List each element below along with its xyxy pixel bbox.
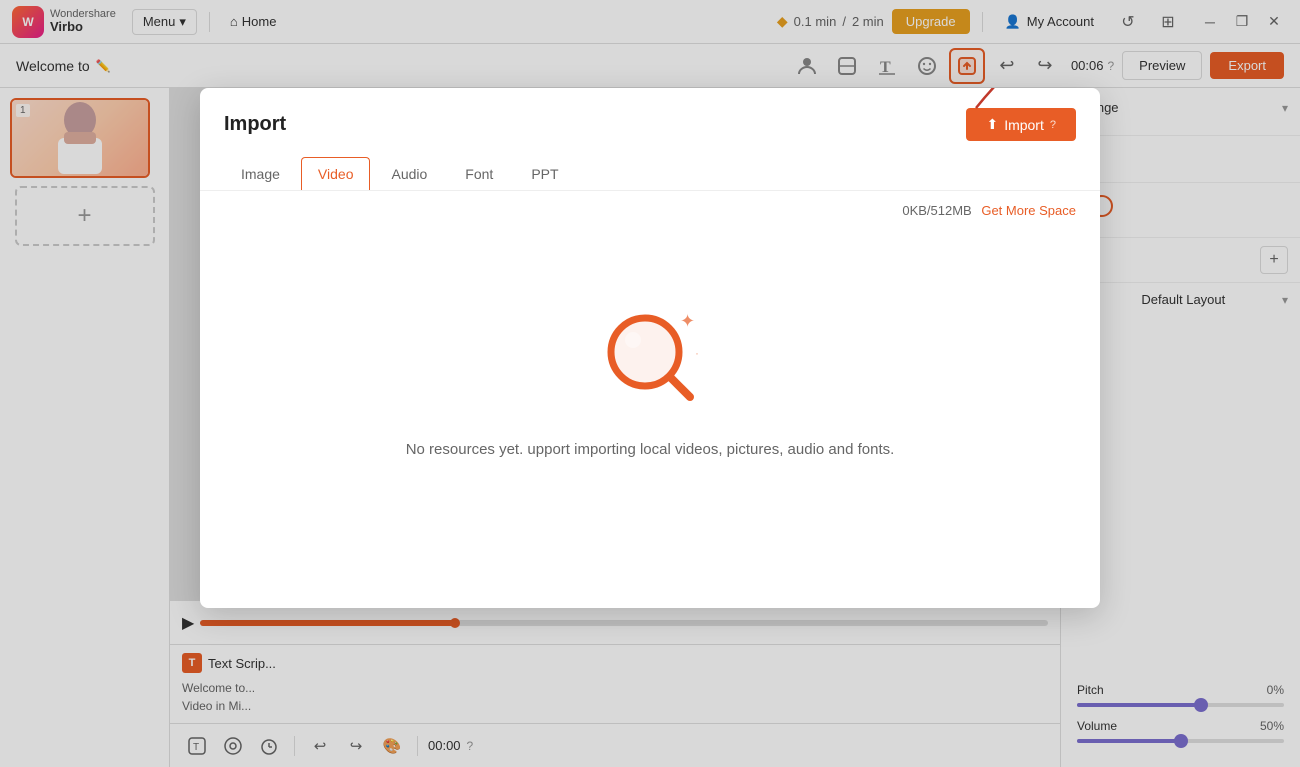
empty-icon: ✦ · bbox=[590, 302, 710, 417]
tab-audio-label: Audio bbox=[391, 166, 427, 182]
storage-used: 0KB/512MB bbox=[902, 203, 971, 218]
import-modal: Import ⬆ Import ? bbox=[200, 88, 1100, 608]
tab-video-label: Video bbox=[318, 166, 354, 182]
modal-body: ✦ · No resources yet. upport importing l… bbox=[200, 230, 1100, 530]
modal-tabs: Image Video Audio Font PPT bbox=[200, 141, 1100, 191]
get-more-space-link[interactable]: Get More Space bbox=[981, 203, 1076, 218]
upload-arrow-icon: ⬆ bbox=[986, 116, 998, 133]
tab-font[interactable]: Font bbox=[448, 157, 510, 190]
import-help-icon: ? bbox=[1050, 119, 1056, 131]
tab-ppt-label: PPT bbox=[531, 166, 558, 182]
svg-text:·: · bbox=[695, 346, 699, 360]
tab-image-label: Image bbox=[241, 166, 280, 182]
storage-info: 0KB/512MB Get More Space bbox=[200, 191, 1100, 230]
empty-illustration: ✦ · bbox=[590, 302, 710, 412]
tab-audio[interactable]: Audio bbox=[374, 157, 444, 190]
tab-ppt[interactable]: PPT bbox=[514, 157, 575, 190]
modal-header: Import ⬆ Import ? bbox=[200, 88, 1100, 141]
tab-image[interactable]: Image bbox=[224, 157, 297, 190]
import-button[interactable]: ⬆ Import ? bbox=[966, 108, 1076, 141]
svg-text:✦: ✦ bbox=[680, 311, 695, 331]
modal-title: Import bbox=[224, 113, 286, 136]
tab-video[interactable]: Video bbox=[301, 157, 371, 190]
import-btn-area: ⬆ Import ? bbox=[966, 108, 1076, 141]
empty-message: No resources yet. upport importing local… bbox=[406, 441, 895, 458]
modal-overlay[interactable]: Import ⬆ Import ? bbox=[0, 0, 1300, 767]
tab-font-label: Font bbox=[465, 166, 493, 182]
import-btn-label: Import bbox=[1004, 117, 1044, 133]
